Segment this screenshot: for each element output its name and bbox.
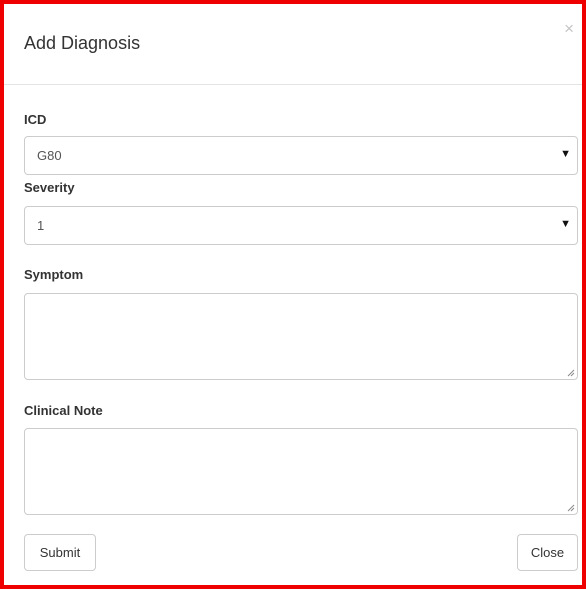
submit-button[interactable]: Submit: [24, 534, 96, 571]
severity-select[interactable]: 1 ▼: [24, 206, 578, 245]
close-button[interactable]: Close: [517, 534, 578, 571]
severity-label: Severity: [24, 180, 75, 195]
icd-selected-value: G80: [37, 148, 62, 163]
symptom-label: Symptom: [24, 267, 84, 282]
close-icon[interactable]: ×: [564, 20, 574, 37]
resize-grip-icon[interactable]: [567, 369, 575, 377]
clinical-note-textarea[interactable]: [24, 428, 578, 515]
icd-select[interactable]: G80 ▼: [24, 136, 578, 175]
symptom-textarea[interactable]: [24, 293, 578, 380]
clinical-note-label: Clinical Note: [24, 403, 103, 418]
dialog-header: Add Diagnosis ×: [4, 4, 582, 85]
caret-down-icon: ▼: [560, 148, 571, 160]
severity-selected-value: 1: [37, 218, 45, 233]
caret-down-icon: ▼: [560, 218, 571, 230]
add-diagnosis-dialog: Add Diagnosis × ICD G80 ▼ Severity 1 ▼ S…: [0, 0, 586, 589]
dialog-title: Add Diagnosis: [24, 33, 141, 53]
resize-grip-icon[interactable]: [567, 504, 575, 512]
icd-label: ICD: [24, 112, 47, 127]
